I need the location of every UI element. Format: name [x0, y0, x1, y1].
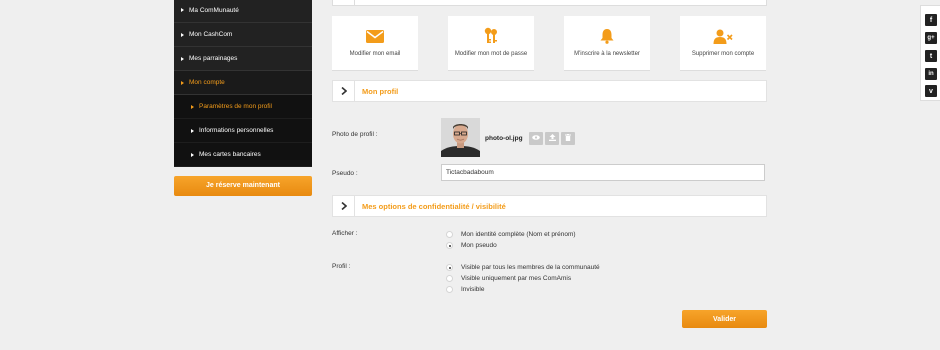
reserve-now-button[interactable]: Je réserve maintenant: [174, 176, 312, 196]
upload-icon: [548, 134, 556, 143]
caret-right-icon: [181, 32, 184, 37]
account-sidebar: Ma ComMunauté Mon CashCom Mes parrainage…: [174, 0, 312, 167]
caret-right-icon: [181, 8, 184, 12]
caret-right-icon: [191, 152, 194, 157]
social-share-bar: f g+ t in v: [920, 5, 940, 101]
radio-invisible[interactable]: Invisible: [446, 286, 484, 293]
radio-label: Invisible: [461, 286, 485, 293]
card-label: Supprimer mon compte: [691, 51, 755, 57]
profile-photo: [441, 118, 480, 157]
chevron-right-icon: [333, 80, 355, 102]
remove-user-icon: [713, 28, 733, 44]
privacy-section-header[interactable]: Mes options de confidentialité / visibil…: [332, 195, 767, 217]
sidebar-item-label: Mes parrainages: [189, 55, 238, 62]
sidebar-item-label: Ma ComMunauté: [189, 6, 239, 14]
chevron-right-icon: [333, 195, 355, 217]
modify-email-card[interactable]: Modifier mon email: [332, 16, 418, 71]
photo-label: Photo de profil :: [332, 131, 378, 138]
delete-photo-button[interactable]: [561, 132, 575, 145]
upload-photo-button[interactable]: [545, 132, 559, 145]
sidebar-item-label: Mon compte: [189, 79, 225, 86]
radio-pseudo[interactable]: Mon pseudo: [446, 242, 497, 249]
section-title: Mon profil: [362, 86, 399, 96]
submit-button[interactable]: Valider: [682, 310, 767, 328]
sidebar-item-label: Informations personnelles: [199, 127, 274, 134]
pseudo-input[interactable]: [441, 164, 765, 181]
sidebar-item-label: Mes cartes bancaires: [199, 151, 261, 158]
radio-button[interactable]: [446, 242, 453, 249]
sidebar-item-ma-communaute[interactable]: Ma ComMunauté: [174, 0, 312, 23]
radio-button[interactable]: [446, 264, 453, 271]
sidebar-item-mes-parrainages[interactable]: Mes parrainages: [174, 47, 312, 71]
sidebar-subitem-parametres-profil[interactable]: Paramètres de mon profil: [174, 95, 312, 119]
trash-icon: [565, 134, 571, 143]
sidebar-subitem-cartes-bancaires[interactable]: Mes cartes bancaires: [174, 143, 312, 167]
top-panel-edge: [332, 0, 767, 6]
keys-icon: [484, 27, 498, 44]
card-label: Modifier mon mot de passe: [454, 51, 528, 57]
radio-button[interactable]: [446, 286, 453, 293]
view-photo-button[interactable]: [529, 132, 543, 145]
radio-visible-all[interactable]: Visible par tous les membres de la commu…: [446, 264, 600, 271]
profil-label: Profil :: [332, 263, 351, 270]
sidebar-item-label: Mon CashCom: [189, 31, 233, 38]
radio-label: Visible par tous les membres de la commu…: [461, 264, 600, 271]
viadeo-icon[interactable]: v: [925, 85, 937, 97]
photo-file-name: photo-ol.jpg: [485, 135, 523, 142]
modify-password-card[interactable]: Modifier mon mot de passe: [448, 16, 534, 71]
radio-label: Mon pseudo: [461, 242, 497, 249]
bell-icon: [600, 28, 614, 44]
sidebar-item-mon-cashcom[interactable]: Mon CashCom: [174, 23, 312, 47]
delete-account-card[interactable]: Supprimer mon compte: [680, 16, 766, 71]
profile-section-header[interactable]: Mon profil: [332, 80, 767, 102]
twitter-icon[interactable]: t: [925, 50, 937, 62]
radio-label: Mon identité complète (Nom et prénom): [461, 231, 576, 238]
card-label: Modifier mon email: [349, 51, 401, 57]
divider: [354, 0, 355, 6]
radio-button[interactable]: [446, 231, 453, 238]
radio-button[interactable]: [446, 275, 453, 282]
caret-right-icon: [181, 56, 184, 61]
google-plus-icon[interactable]: g+: [925, 32, 937, 44]
radio-visible-comamis[interactable]: Visible uniquement par mes ComAmis: [446, 275, 571, 282]
pseudo-label: Pseudo :: [332, 170, 358, 177]
caret-right-icon: [191, 128, 194, 133]
afficher-label: Afficher :: [332, 230, 358, 237]
caret-right-icon: [181, 80, 184, 85]
envelope-icon: [366, 28, 384, 44]
card-label: M'inscrire à la newsletter: [574, 51, 640, 57]
radio-label: Visible uniquement par mes ComAmis: [461, 275, 572, 282]
section-title: Mes options de confidentialité / visibil…: [362, 201, 506, 211]
sidebar-subitem-informations-personnelles[interactable]: Informations personnelles: [174, 119, 312, 143]
facebook-icon[interactable]: f: [925, 14, 937, 26]
sidebar-item-mon-compte[interactable]: Mon compte: [174, 71, 312, 95]
sidebar-item-label: Paramètres de mon profil: [199, 103, 272, 110]
radio-full-identity[interactable]: Mon identité complète (Nom et prénom): [446, 231, 576, 238]
newsletter-card[interactable]: M'inscrire à la newsletter: [564, 16, 650, 71]
caret-right-icon: [191, 104, 194, 109]
eye-icon: [532, 135, 540, 142]
linkedin-icon[interactable]: in: [925, 68, 937, 80]
